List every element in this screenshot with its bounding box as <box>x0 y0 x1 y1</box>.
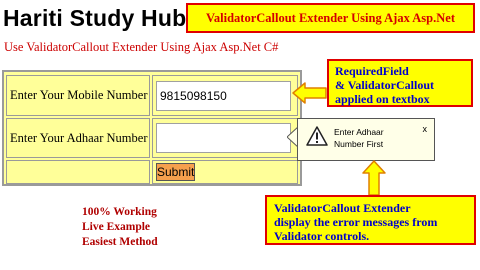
button-spacer-cell <box>6 160 150 184</box>
feature-item: Easiest Method <box>82 236 158 248</box>
validator-callout: Enter Adhaar Number First x <box>297 118 435 161</box>
callout-message: Enter Adhaar Number First <box>334 127 384 149</box>
note-line: & ValidatorCallout <box>335 78 435 92</box>
note-line: applied on textbox <box>335 92 430 106</box>
mobile-label: Enter Your Mobile Number <box>10 88 148 102</box>
site-title: Hariti Study Hub <box>3 5 187 31</box>
callout-close-button[interactable]: x <box>423 124 428 134</box>
mobile-input-cell <box>152 75 298 116</box>
adhaar-input-cell <box>152 118 298 158</box>
annotation-note-callout: ValidatorCallout Extender display the er… <box>265 195 476 245</box>
page-subtitle: Use ValidatorCallout Extender Using Ajax… <box>4 40 279 54</box>
feature-list: 100% Working Live Example Easiest Method <box>82 205 158 250</box>
note-line: ValidatorCallout Extender <box>274 201 411 215</box>
feature-item: Live Example <box>82 221 151 233</box>
form-table: Enter Your Mobile Number Enter Your Adha… <box>2 70 302 186</box>
note-line: display the error messages from <box>274 215 438 229</box>
adhaar-number-input[interactable] <box>156 123 291 153</box>
annotation-note-validators: RequiredField & ValidatorCallout applied… <box>327 59 473 107</box>
mobile-label-cell: Enter Your Mobile Number <box>6 75 150 116</box>
submit-button[interactable]: Submit <box>156 163 195 181</box>
button-cell: Submit <box>152 160 298 184</box>
adhaar-label-cell: Enter Your Adhaar Number <box>6 118 150 158</box>
adhaar-label: Enter Your Adhaar Number <box>10 130 148 145</box>
note-line: RequiredField <box>335 64 409 78</box>
mobile-number-input[interactable] <box>156 81 291 111</box>
arrow-left-icon <box>292 82 327 104</box>
feature-item: 100% Working <box>82 206 157 218</box>
warning-icon <box>306 126 328 146</box>
title-banner: ValidatorCallout Extender Using Ajax Asp… <box>186 3 475 33</box>
arrow-up-icon <box>362 160 386 196</box>
note-line: Validator controls. <box>274 229 370 243</box>
